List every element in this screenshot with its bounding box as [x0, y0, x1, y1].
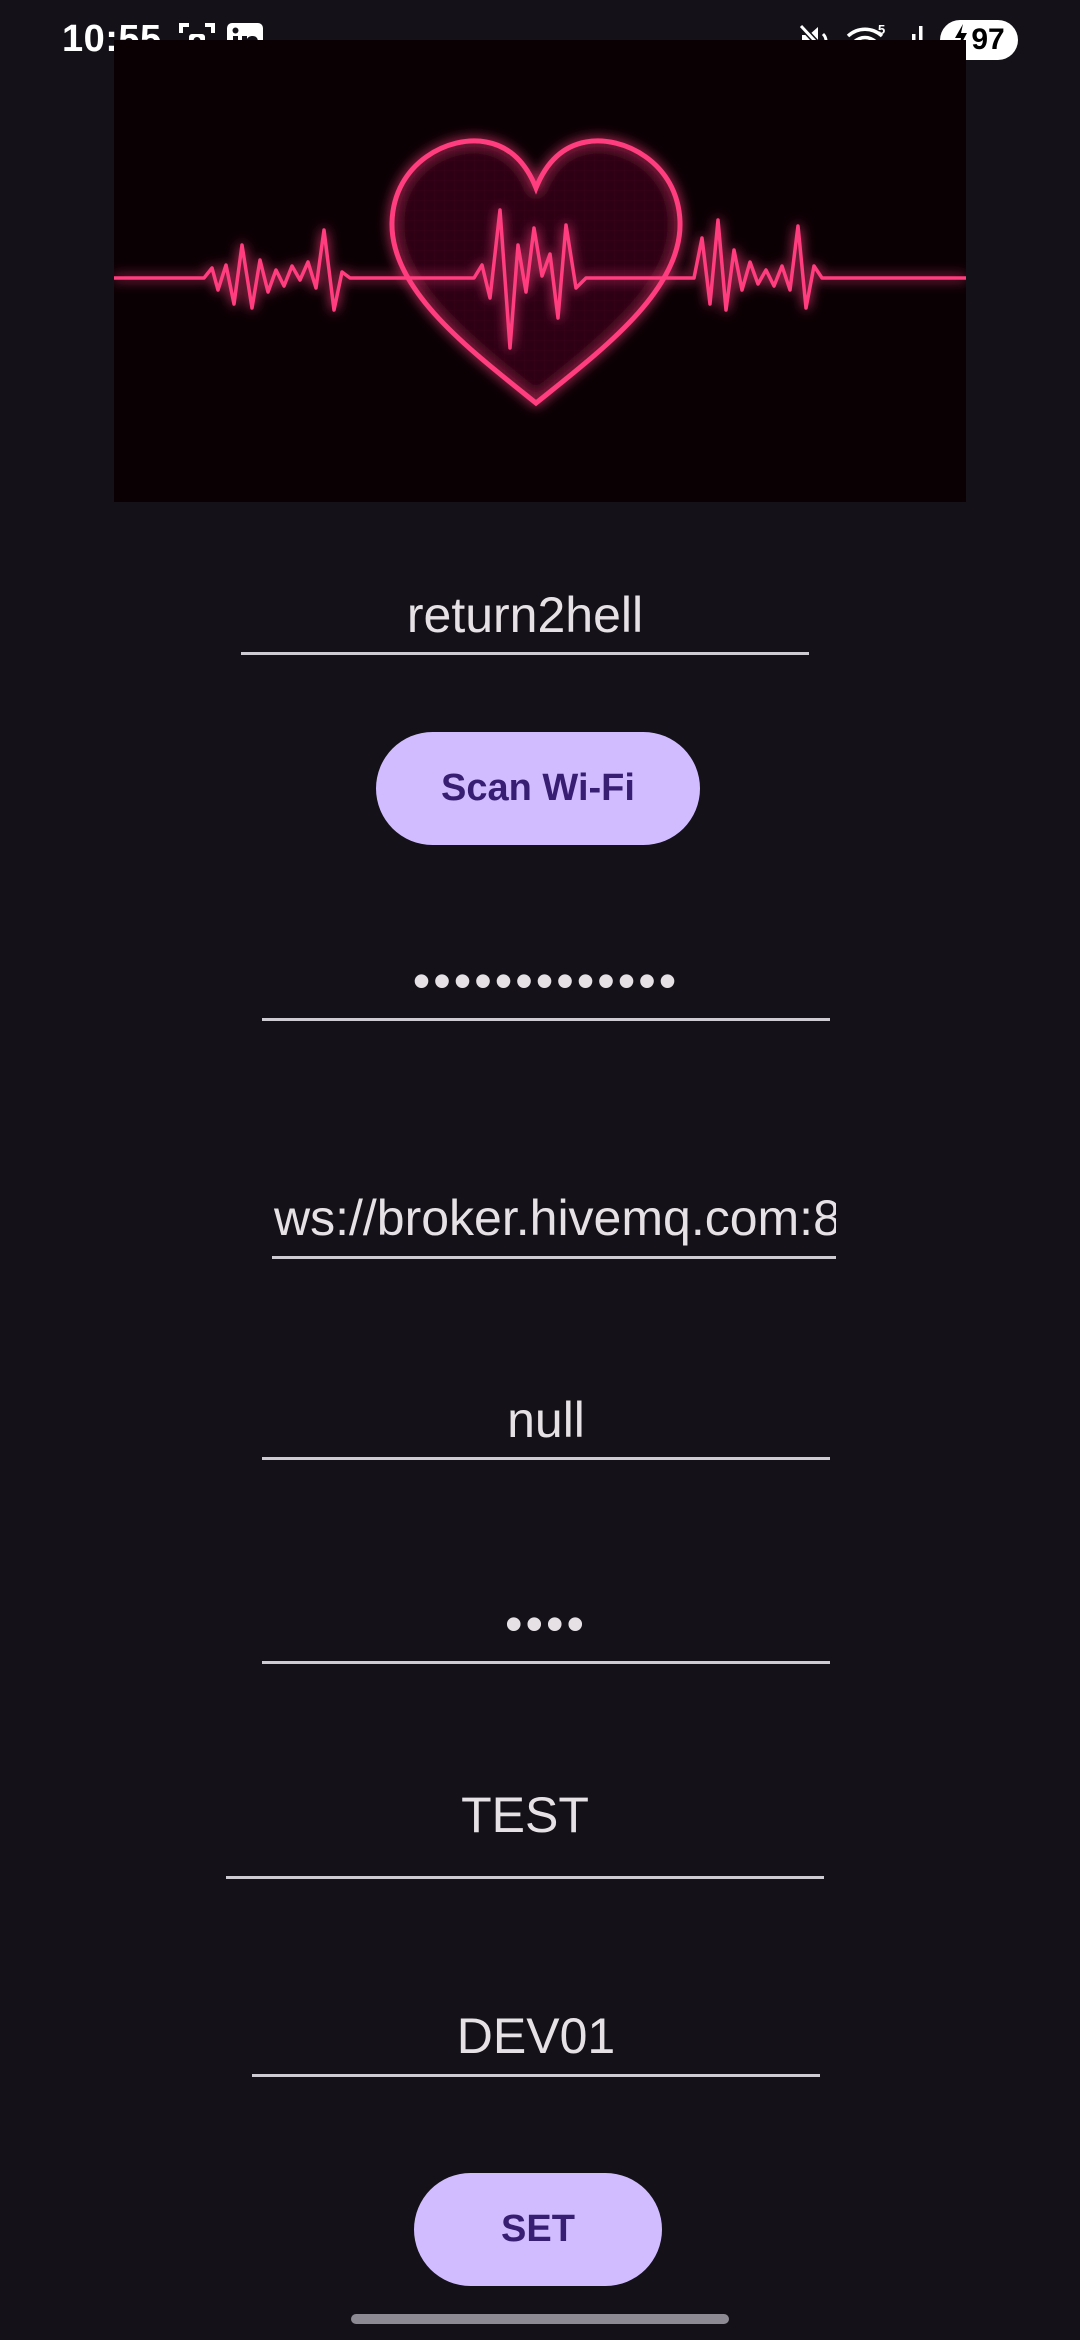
home-indicator[interactable]: [351, 2314, 729, 2324]
ssid-field[interactable]: return2hell: [241, 578, 809, 655]
mqtt-password-field[interactable]: ••••: [262, 1586, 830, 1664]
set-button[interactable]: SET: [414, 2173, 662, 2286]
broker-url-field[interactable]: ws://broker.hivemq.com:8: [272, 1180, 836, 1259]
scan-wifi-button[interactable]: Scan Wi-Fi: [376, 732, 700, 845]
battery-level: 97: [971, 23, 1005, 56]
mqtt-user-field[interactable]: null: [262, 1382, 830, 1460]
device-id-field[interactable]: DEV01: [252, 1998, 820, 2077]
wifi-badge: 5: [878, 22, 885, 37]
topic-field[interactable]: TEST: [226, 1775, 824, 1879]
heartbeat-banner-image: [114, 40, 966, 502]
wifi-password-field[interactable]: •••••••••••••: [262, 944, 830, 1021]
